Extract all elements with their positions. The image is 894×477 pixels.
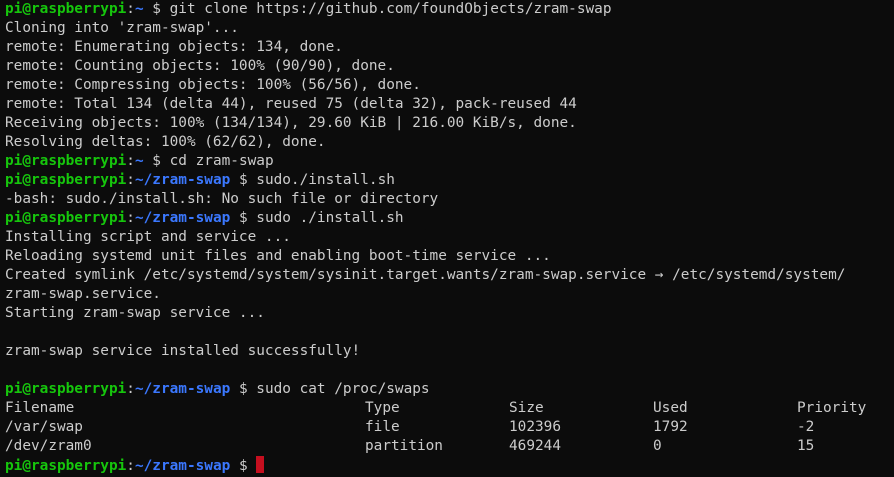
prompt-line: pi@raspberrypi:~ $ git clone https://git… [5,0,894,19]
prompt-user-host: pi@raspberrypi [5,381,127,397]
command-text: sudo cat /proc/swaps [256,381,430,397]
prompt-path: ~ [134,1,144,17]
prompt-dollar: $ [143,1,170,17]
output-line: remote: Compressing objects: 100% (56/56… [5,77,421,93]
swaps-cell-type: file [365,419,400,435]
prompt-user-host: pi@raspberrypi [5,1,127,17]
prompt-colon: : [126,172,135,188]
swaps-table-header: Filename Type Size Used Priority [5,399,894,418]
swaps-header-filename: Filename [5,400,75,416]
prompt-colon: : [126,458,135,474]
swaps-cell-filename: /var/swap [5,419,83,435]
prompt-path: ~/zram-swap [134,172,231,188]
output-line: Created symlink /etc/systemd/system/sysi… [5,267,846,283]
prompt-colon: : [126,153,135,169]
swaps-table-row: /var/swap file 102396 1792 -2 [5,418,894,437]
prompt-colon: : [126,381,135,397]
swaps-cell-filename: /dev/zram0 [5,438,92,454]
output-line: Receiving objects: 100% (134/134), 29.60… [5,115,577,131]
active-prompt-line[interactable]: pi@raspberrypi:~/zram-swap $ [5,456,894,475]
prompt-dollar: $ [230,172,257,188]
output-line: Cloning into 'zram-swap'... [5,20,239,36]
output-line: Reloading systemd unit files and enablin… [5,248,551,264]
prompt-dollar: $ [143,153,170,169]
prompt-dollar: $ [230,458,257,474]
error-line: -bash: sudo./install.sh: No such file or… [5,191,439,207]
swaps-header-size: Size [509,400,544,416]
command-text: cd zram-swap [169,153,274,169]
output-line: Installing script and service ... [5,229,291,245]
prompt-line: pi@raspberrypi:~/zram-swap $ sudo cat /p… [5,380,894,399]
swaps-cell-size: 102396 [509,419,561,435]
output-line: remote: Total 134 (delta 44), reused 75 … [5,96,577,112]
swaps-header-priority: Priority [797,400,867,416]
prompt-colon: : [126,1,135,17]
prompt-path: ~/zram-swap [134,381,231,397]
swaps-cell-priority: 15 [797,438,815,454]
swaps-cell-type: partition [365,438,443,454]
swaps-cell-used: 0 [653,438,662,454]
prompt-user-host: pi@raspberrypi [5,210,127,226]
swaps-cell-priority: -2 [797,419,815,435]
prompt-dollar: $ [230,381,257,397]
prompt-dollar: $ [230,210,257,226]
output-line: Starting zram-swap service ... [5,305,265,321]
command-text: sudo./install.sh [256,172,395,188]
prompt-path: ~/zram-swap [134,210,231,226]
prompt-line: pi@raspberrypi:~/zram-swap $ sudo ./inst… [5,209,894,228]
output-line: remote: Counting objects: 100% (90/90), … [5,58,395,74]
output-line: zram-swap.service. [5,286,161,302]
command-text: sudo ./install.sh [256,210,404,226]
command-text: git clone https://github.com/foundObject… [169,1,612,17]
swaps-header-used: Used [653,400,688,416]
swaps-table-row: /dev/zram0 partition 469244 0 15 [5,437,894,456]
text-cursor[interactable] [256,456,265,473]
prompt-colon: : [126,210,135,226]
swaps-cell-size: 469244 [509,438,561,454]
swaps-header-type: Type [365,400,400,416]
prompt-user-host: pi@raspberrypi [5,153,127,169]
prompt-line: pi@raspberrypi:~/zram-swap $ sudo./insta… [5,171,894,190]
output-line: Resolving deltas: 100% (62/62), done. [5,134,326,150]
prompt-user-host: pi@raspberrypi [5,172,127,188]
swaps-cell-used: 1792 [653,419,688,435]
output-line: zram-swap service installed successfully… [5,343,361,359]
prompt-user-host: pi@raspberrypi [5,458,127,474]
prompt-path: ~ [134,153,144,169]
prompt-line: pi@raspberrypi:~ $ cd zram-swap [5,152,894,171]
output-line: remote: Enumerating objects: 134, done. [5,39,343,55]
terminal-window[interactable]: pi@raspberrypi:~ $ git clone https://git… [0,0,894,477]
prompt-path: ~/zram-swap [134,458,231,474]
